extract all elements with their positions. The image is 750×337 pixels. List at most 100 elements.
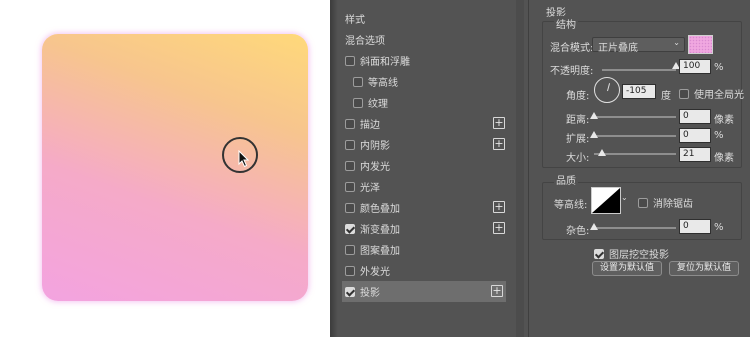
antialias-check[interactable]: [638, 197, 648, 208]
spread-slider-thumb[interactable]: [590, 131, 598, 138]
styles-scrollbar[interactable]: [516, 0, 524, 337]
style-item-label: 内阴影: [360, 141, 390, 152]
style-item-checkbox[interactable]: [345, 181, 355, 192]
canvas-area[interactable]: [0, 0, 330, 337]
style-item-label: 内发光: [360, 162, 390, 173]
contour-preview-icon[interactable]: [591, 187, 621, 214]
style-item-checkbox[interactable]: [345, 160, 355, 171]
style-item-checkbox[interactable]: [345, 202, 355, 213]
add-style-plus-icon[interactable]: +: [493, 222, 505, 234]
spread-label: 扩展:: [566, 134, 590, 145]
style-item[interactable]: 图案叠加: [338, 239, 508, 260]
spread-input[interactable]: 0: [679, 128, 711, 143]
style-item-checkbox[interactable]: [345, 139, 355, 150]
knockout-checkbox[interactable]: 图层挖空投影: [594, 246, 669, 261]
style-item-label: 颜色叠加: [360, 204, 400, 215]
shadow-color-swatch[interactable]: [688, 35, 713, 54]
angle-dial-needle: [607, 83, 611, 92]
set-default-button[interactable]: 设置为默认值: [592, 261, 662, 276]
quality-title: 品质: [554, 172, 578, 187]
opacity-input[interactable]: 100: [679, 59, 711, 74]
style-item-label: 斜面和浮雕: [360, 57, 410, 68]
style-item[interactable]: 描边 +: [338, 113, 508, 134]
contour-dropdown-icon[interactable]: ⌄: [621, 193, 628, 202]
mouse-pointer-icon: [238, 150, 250, 168]
style-item-label: 纹理: [368, 99, 388, 110]
noise-input[interactable]: 0: [679, 219, 711, 234]
gradient-rounded-square[interactable]: [42, 34, 308, 301]
distance-slider[interactable]: [594, 116, 676, 118]
size-input[interactable]: 21: [679, 147, 711, 162]
style-item-label: 投影: [360, 288, 380, 299]
angle-unit: 度: [661, 91, 671, 102]
distance-input[interactable]: 0: [679, 109, 711, 124]
noise-slider[interactable]: [594, 227, 676, 229]
structure-title: 结构: [554, 16, 578, 31]
reset-default-button[interactable]: 复位为默认值: [669, 261, 739, 276]
styles-header[interactable]: 样式: [338, 8, 508, 29]
styles-header-label: 样式: [345, 15, 365, 26]
noise-label: 杂色:: [566, 226, 590, 237]
angle-dial[interactable]: [594, 77, 620, 103]
style-item[interactable]: 内阴影 +: [338, 134, 508, 155]
style-item-checkbox[interactable]: [345, 223, 355, 234]
style-item-label: 等高线: [368, 78, 398, 89]
chevron-down-icon: ⌄: [673, 38, 680, 47]
style-item-checkbox[interactable]: [345, 55, 355, 66]
layer-style-dialog: 样式 混合选项 斜面和浮雕 等高线 纹理 描边 + 内阴影 + 内发光 光泽 颜色叠加 + 渐变叠加 +…: [330, 0, 750, 337]
blend-mode-select[interactable]: 正片叠底 ⌄: [592, 37, 685, 54]
style-item[interactable]: 内发光: [338, 155, 508, 176]
add-style-plus-icon[interactable]: +: [493, 201, 505, 213]
style-item-label: 描边: [360, 120, 380, 131]
style-item-label: 外发光: [360, 267, 390, 278]
distance-label: 距离:: [566, 115, 590, 126]
blend-mode-label: 混合模式:: [550, 43, 594, 54]
distance-slider-thumb[interactable]: [590, 112, 598, 119]
antialias-checkbox[interactable]: 消除锯齿: [638, 195, 693, 210]
style-item-label: 图案叠加: [360, 246, 400, 257]
style-item-checkbox[interactable]: [345, 118, 355, 129]
style-item-checkbox[interactable]: [345, 244, 355, 255]
angle-label: 角度:: [566, 91, 590, 102]
contour-label: 等高线:: [554, 200, 588, 211]
style-item[interactable]: 外发光: [338, 260, 508, 281]
style-item[interactable]: 斜面和浮雕: [338, 50, 508, 71]
global-light-label: 使用全局光: [694, 90, 744, 101]
add-style-plus-icon[interactable]: +: [493, 117, 505, 129]
global-light-check[interactable]: [679, 88, 689, 99]
blend-options-label: 混合选项: [345, 36, 385, 47]
size-label: 大小:: [566, 153, 590, 164]
distance-unit: 像素: [714, 115, 734, 126]
size-slider[interactable]: [594, 153, 676, 155]
global-light-checkbox[interactable]: 使用全局光: [679, 86, 744, 101]
style-item-checkbox[interactable]: [345, 286, 355, 297]
style-item[interactable]: 纹理: [338, 92, 508, 113]
style-item[interactable]: 等高线: [338, 71, 508, 92]
style-item-checkbox[interactable]: [345, 265, 355, 276]
style-item[interactable]: 光泽: [338, 176, 508, 197]
noise-slider-thumb[interactable]: [590, 223, 598, 230]
opacity-slider[interactable]: [602, 69, 676, 71]
spread-slider[interactable]: [594, 135, 676, 137]
style-item-label: 光泽: [360, 183, 380, 194]
angle-input[interactable]: -105: [622, 84, 656, 99]
antialias-label: 消除锯齿: [653, 199, 693, 210]
noise-unit: %: [714, 222, 724, 233]
style-item[interactable]: 渐变叠加 +: [338, 218, 508, 239]
spread-unit: %: [714, 130, 724, 141]
drop-shadow-panel: 投影 结构 混合模式: 正片叠底 ⌄ 不透明度: 100 % 角度: -105 …: [530, 0, 750, 337]
style-item-checkbox[interactable]: [353, 76, 363, 87]
size-unit: 像素: [714, 153, 734, 164]
style-item[interactable]: 颜色叠加 +: [338, 197, 508, 218]
styles-list: 样式 混合选项 斜面和浮雕 等高线 纹理 描边 + 内阴影 + 内发光 光泽 颜色叠加 + 渐变叠加 +…: [338, 0, 508, 337]
add-style-plus-icon[interactable]: +: [493, 138, 505, 150]
knockout-label: 图层挖空投影: [609, 250, 669, 261]
add-style-plus-icon[interactable]: +: [491, 285, 503, 297]
style-item[interactable]: 投影 +: [342, 281, 506, 302]
style-item-checkbox[interactable]: [353, 97, 363, 108]
panel-divider: [528, 0, 529, 337]
size-slider-thumb[interactable]: [598, 149, 607, 156]
knockout-check[interactable]: [594, 248, 604, 259]
blend-mode-value: 正片叠底: [598, 43, 638, 54]
blend-options-item[interactable]: 混合选项: [338, 29, 508, 50]
